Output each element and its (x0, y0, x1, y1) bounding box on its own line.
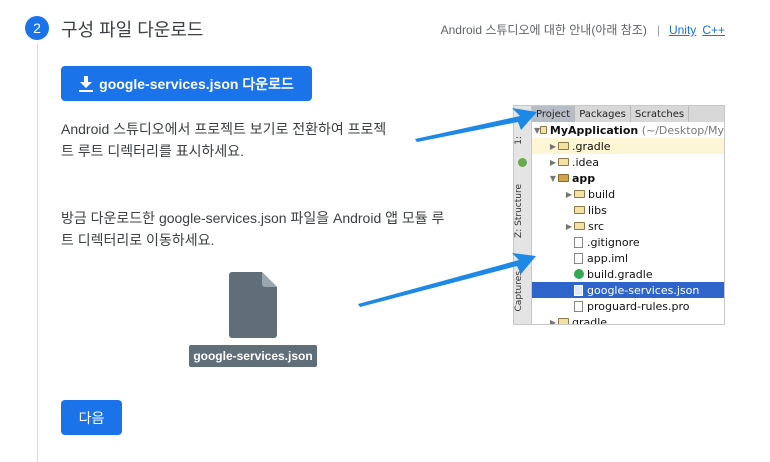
arrow-to-json-file (358, 253, 536, 307)
arrow-to-project-tab (415, 108, 537, 142)
pointer-arrows (358, 108, 537, 307)
